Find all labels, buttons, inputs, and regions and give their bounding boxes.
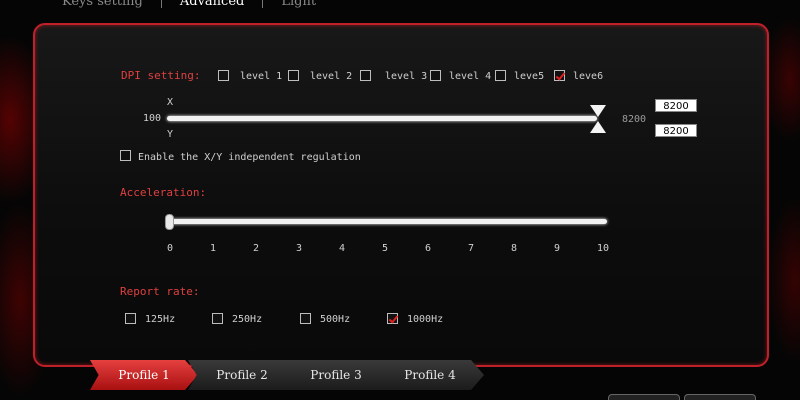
bottom-button-right[interactable] (684, 394, 756, 400)
dpi-level-3-label: level 3 (385, 71, 428, 82)
profile-tab-2[interactable]: Profile 2 (188, 360, 296, 390)
independent-regulation-label: Enable the X/Y independent regulation (138, 152, 361, 163)
acceleration-label: Acceleration: (120, 186, 207, 199)
dpi-level-5-checkbox[interactable] (495, 70, 506, 81)
acceleration-tick-label: 3 (296, 243, 303, 254)
report-rate-500-label: 500Hz (320, 314, 351, 325)
acceleration-tick-label: 1 (210, 243, 217, 254)
dpi-level-5-label: leve5 (514, 71, 545, 82)
acceleration-tick-label: 7 (468, 243, 475, 254)
report-rate-label: Report rate: (120, 285, 200, 298)
report-rate-1000-label: 1000Hz (407, 314, 444, 325)
acceleration-tick-label: 6 (425, 243, 432, 254)
dpi-level-1-label: level 1 (240, 71, 283, 82)
tab-keys-setting[interactable]: Keys setting (52, 0, 153, 9)
tab-advanced[interactable]: Advanced (170, 0, 254, 9)
profile-tab-3[interactable]: Profile 3 (282, 360, 390, 390)
dpi-x-slider-handle[interactable] (590, 105, 606, 117)
dpi-setting-label: DPI setting: (121, 69, 201, 82)
dpi-level-1-checkbox[interactable] (218, 70, 229, 81)
acceleration-tick-label: 5 (382, 243, 389, 254)
dpi-level-4-checkbox[interactable] (430, 70, 441, 81)
report-rate-250-label: 250Hz (232, 314, 263, 325)
acceleration-tick-label: 10 (597, 243, 610, 254)
dpi-level-6-label: leve6 (573, 71, 604, 82)
acceleration-tick-label: 0 (167, 243, 174, 254)
top-tab-bar: Keys setting Advanced Light (52, 0, 326, 9)
dpi-level-2-checkbox[interactable] (288, 70, 299, 81)
dpi-level-4-label: level 4 (449, 71, 492, 82)
dpi-level-3-checkbox[interactable] (360, 70, 371, 81)
tab-light[interactable]: Light (271, 0, 326, 9)
dpi-level-6-checkbox[interactable] (554, 70, 565, 81)
acceleration-tick-label: 9 (554, 243, 561, 254)
report-rate-125-label: 125Hz (145, 314, 176, 325)
acceleration-tick-label: 8 (511, 243, 518, 254)
dpi-min-label: 100 (143, 113, 162, 124)
report-rate-125-checkbox[interactable] (125, 313, 136, 324)
dpi-y-value-field[interactable]: 8200 (655, 124, 697, 137)
tab-separator (262, 0, 264, 8)
report-rate-500-checkbox[interactable] (300, 313, 311, 324)
acceleration-tick-label: 2 (253, 243, 260, 254)
profile-tab-4[interactable]: Profile 4 (376, 360, 484, 390)
report-rate-250-checkbox[interactable] (212, 313, 223, 324)
dpi-axis-y-label: Y (167, 129, 174, 140)
profile-tab-1[interactable]: Profile 1 (90, 360, 198, 390)
independent-regulation-checkbox[interactable] (120, 150, 131, 161)
dpi-slider-track[interactable] (167, 116, 597, 121)
dpi-axis-x-label: X (167, 97, 174, 108)
dpi-max-label: 8200 (622, 114, 647, 125)
acceleration-slider-track[interactable] (167, 219, 607, 224)
bottom-button-left[interactable] (608, 394, 680, 400)
dpi-x-value-field[interactable]: 8200 (655, 99, 697, 112)
tab-separator (160, 0, 162, 8)
acceleration-tick-label: 4 (339, 243, 346, 254)
report-rate-1000-checkbox[interactable] (387, 313, 398, 324)
dpi-level-2-label: level 2 (310, 71, 353, 82)
acceleration-slider-handle[interactable] (165, 214, 174, 230)
dpi-y-slider-handle[interactable] (590, 121, 606, 133)
